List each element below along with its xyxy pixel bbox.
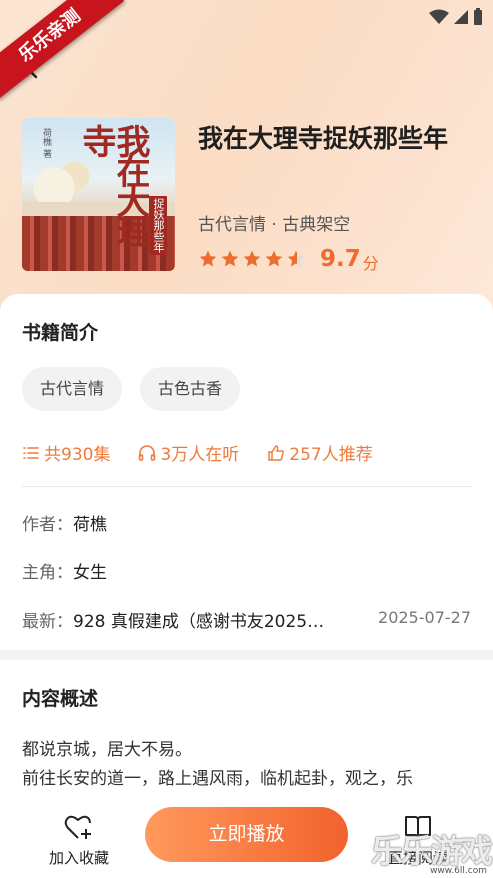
summary-line: 都说京城，居大不易。 [22,740,192,760]
hero-header: 荷樵 著 我在大理寺 捉妖那些年 我在大理寺捉妖那些年 古代言情 · 古典架空 … [0,0,493,330]
rating-score: 9.7 [320,246,361,272]
cover-author: 荷樵 著 [41,128,51,158]
star-icon [199,250,217,267]
recommend-count: 257人推荐 [289,445,373,465]
intro-title: 书籍简介 [22,322,99,344]
star-icon [243,250,261,267]
watermark-url: www.6ll.com [430,866,487,876]
headphones-icon [139,444,156,461]
star-half-icon [287,250,305,267]
signal-icon [454,10,468,24]
tag-item[interactable]: 古代言情 [22,367,123,411]
favorite-label: 加入收藏 [48,849,109,867]
tag-list: 古代言情 古色古香 [22,367,241,411]
rating-row: 9.7 分 [198,244,379,274]
star-icon [265,250,283,267]
play-button[interactable]: 立即播放 [145,807,348,862]
heart-plus-icon [64,815,91,839]
role-row: 主角： 女生 [22,558,107,583]
latest-date: 2025-07-27 [378,608,471,627]
book-genre: 古代言情 · 古典架空 [198,215,351,235]
role-value: 女生 [73,563,107,583]
listeners-count: 3万人在听 [160,445,240,465]
stats-row: 共930集 3万人在听 257人推荐 [22,440,373,465]
summary-title: 内容概述 [22,688,99,710]
latest-row[interactable]: 最新： 928 真假建成（感谢书友2025… [22,607,324,632]
episodes-count: 共930集 [44,445,111,465]
favorite-button[interactable]: 加入收藏 [44,813,114,868]
summary-line: 前往长安的道一，路上遇风雨，临机起卦，观之，乐 [22,769,413,789]
battery-icon [474,8,482,25]
author-row: 作者： 荷樵 [22,510,107,535]
star-icon [221,250,239,267]
book-cover: 荷樵 著 我在大理寺 捉妖那些年 [22,118,175,271]
latest-label: 最新： [22,612,73,632]
cover-subtitle: 捉妖那些年 [149,196,167,255]
divider [22,486,472,487]
wifi-icon [429,9,449,24]
listeners-stat: 3万人在听 [138,440,239,465]
tag-item[interactable]: 古色古香 [140,367,241,411]
rating-unit: 分 [362,254,379,273]
recommend-stat[interactable]: 257人推荐 [267,440,373,465]
role-label: 主角： [22,563,73,583]
author-label: 作者： [22,515,73,535]
thumbs-up-icon [268,444,285,461]
author-value[interactable]: 荷樵 [73,510,107,535]
episodes-stat[interactable]: 共930集 [22,440,110,465]
rating-stars [198,249,306,269]
latest-chapter[interactable]: 928 真假建成（感谢书友2025… [73,607,324,632]
list-icon [23,446,39,459]
cover-title: 我在大理寺 [76,124,150,244]
intro-card: 书籍简介 古代言情 古色古香 共930集 3万人在听 257人推荐 作者： 荷樵… [0,294,493,650]
book-title: 我在大理寺捉妖那些年 [198,124,449,153]
summary-text: 都说京城，居大不易。 前往长安的道一，路上遇风雨，临机起卦，观之，乐 [22,736,472,794]
bottom-action-bar: 加入收藏 立即播放 直接阅读 乐乐游戏 www.6ll.com [0,795,493,878]
